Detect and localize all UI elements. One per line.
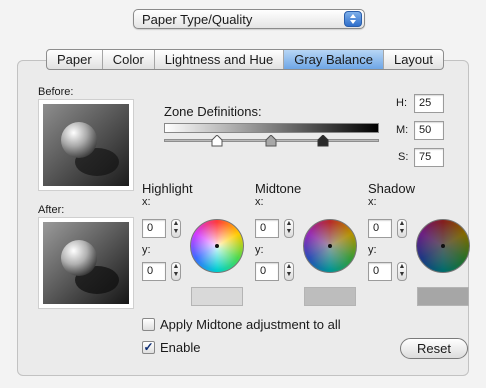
- zone-definitions-label: Zone Definitions:: [164, 104, 262, 119]
- tab-layout[interactable]: Layout: [384, 50, 443, 69]
- zone-title: Highlight: [142, 181, 193, 196]
- zone-title: Shadow: [368, 181, 415, 196]
- color-wheel[interactable]: [416, 219, 470, 273]
- y-stepper[interactable]: ▲ ▼: [284, 262, 294, 281]
- y-label: y:: [255, 244, 264, 256]
- before-preview: [38, 99, 134, 191]
- checkmark-icon: ✓: [143, 340, 154, 354]
- x-stepper[interactable]: ▲ ▼: [397, 219, 407, 238]
- popup-arrows-icon: [344, 11, 362, 27]
- before-sphere-image: [43, 104, 129, 186]
- s-field[interactable]: 75: [414, 148, 444, 167]
- x-label: x:: [368, 196, 377, 208]
- tab-gray-balance[interactable]: Gray Balance: [284, 50, 384, 69]
- x-field[interactable]: 0: [142, 219, 166, 238]
- x-stepper[interactable]: ▲ ▼: [171, 219, 181, 238]
- x-field[interactable]: 0: [255, 219, 279, 238]
- h-field[interactable]: 25: [414, 94, 444, 113]
- midtone-zone-thumb[interactable]: [265, 134, 277, 147]
- x-label: x:: [255, 196, 264, 208]
- y-label: y:: [368, 244, 377, 256]
- s-label: S:: [398, 151, 409, 163]
- apply-midtone-checkbox[interactable]: [142, 318, 155, 331]
- thumb-icon: [317, 134, 329, 147]
- y-stepper[interactable]: ▲ ▼: [397, 262, 407, 281]
- x-label: x:: [142, 196, 151, 208]
- enable-label: Enable: [160, 340, 201, 355]
- shadow-zone-thumb[interactable]: [317, 134, 329, 147]
- after-label: After:: [38, 204, 65, 216]
- apply-midtone-label: Apply Midtone adjustment to all: [160, 317, 341, 332]
- tab-bar: Paper Color Lightness and Hue Gray Balan…: [46, 49, 445, 70]
- wheel-center-marker[interactable]: [441, 244, 445, 248]
- reset-button[interactable]: Reset: [400, 338, 468, 359]
- wheel-center-marker[interactable]: [328, 244, 332, 248]
- color-swatch: [417, 287, 469, 306]
- h-label: H:: [396, 97, 407, 109]
- y-label: y:: [142, 244, 151, 256]
- color-swatch: [304, 287, 356, 306]
- thumb-icon: [265, 134, 277, 147]
- after-preview: [38, 217, 134, 309]
- tab-color[interactable]: Color: [103, 50, 155, 69]
- paper-type-quality-popup[interactable]: Paper Type/Quality: [133, 9, 365, 29]
- y-field[interactable]: 0: [142, 262, 166, 281]
- color-swatch: [191, 287, 243, 306]
- zone-title: Midtone: [255, 181, 302, 196]
- zone-gradient-bar: [164, 123, 379, 133]
- color-wheel[interactable]: [303, 219, 357, 273]
- y-field[interactable]: 0: [368, 262, 392, 281]
- enable-checkbox[interactable]: ✓: [142, 341, 155, 354]
- m-field[interactable]: 50: [414, 121, 444, 140]
- x-stepper[interactable]: ▲ ▼: [284, 219, 294, 238]
- tab-paper[interactable]: Paper: [47, 50, 103, 69]
- x-field[interactable]: 0: [368, 219, 392, 238]
- highlight-zone-thumb[interactable]: [211, 134, 223, 147]
- y-field[interactable]: 0: [255, 262, 279, 281]
- color-wheel[interactable]: [190, 219, 244, 273]
- popup-value: Paper Type/Quality: [142, 12, 253, 27]
- before-label: Before:: [38, 86, 74, 98]
- after-sphere-image: [43, 222, 129, 304]
- wheel-center-marker[interactable]: [215, 244, 219, 248]
- thumb-icon: [211, 134, 223, 147]
- tab-lightness-and-hue[interactable]: Lightness and Hue: [155, 50, 285, 69]
- m-label: M:: [396, 124, 409, 136]
- y-stepper[interactable]: ▲ ▼: [171, 262, 181, 281]
